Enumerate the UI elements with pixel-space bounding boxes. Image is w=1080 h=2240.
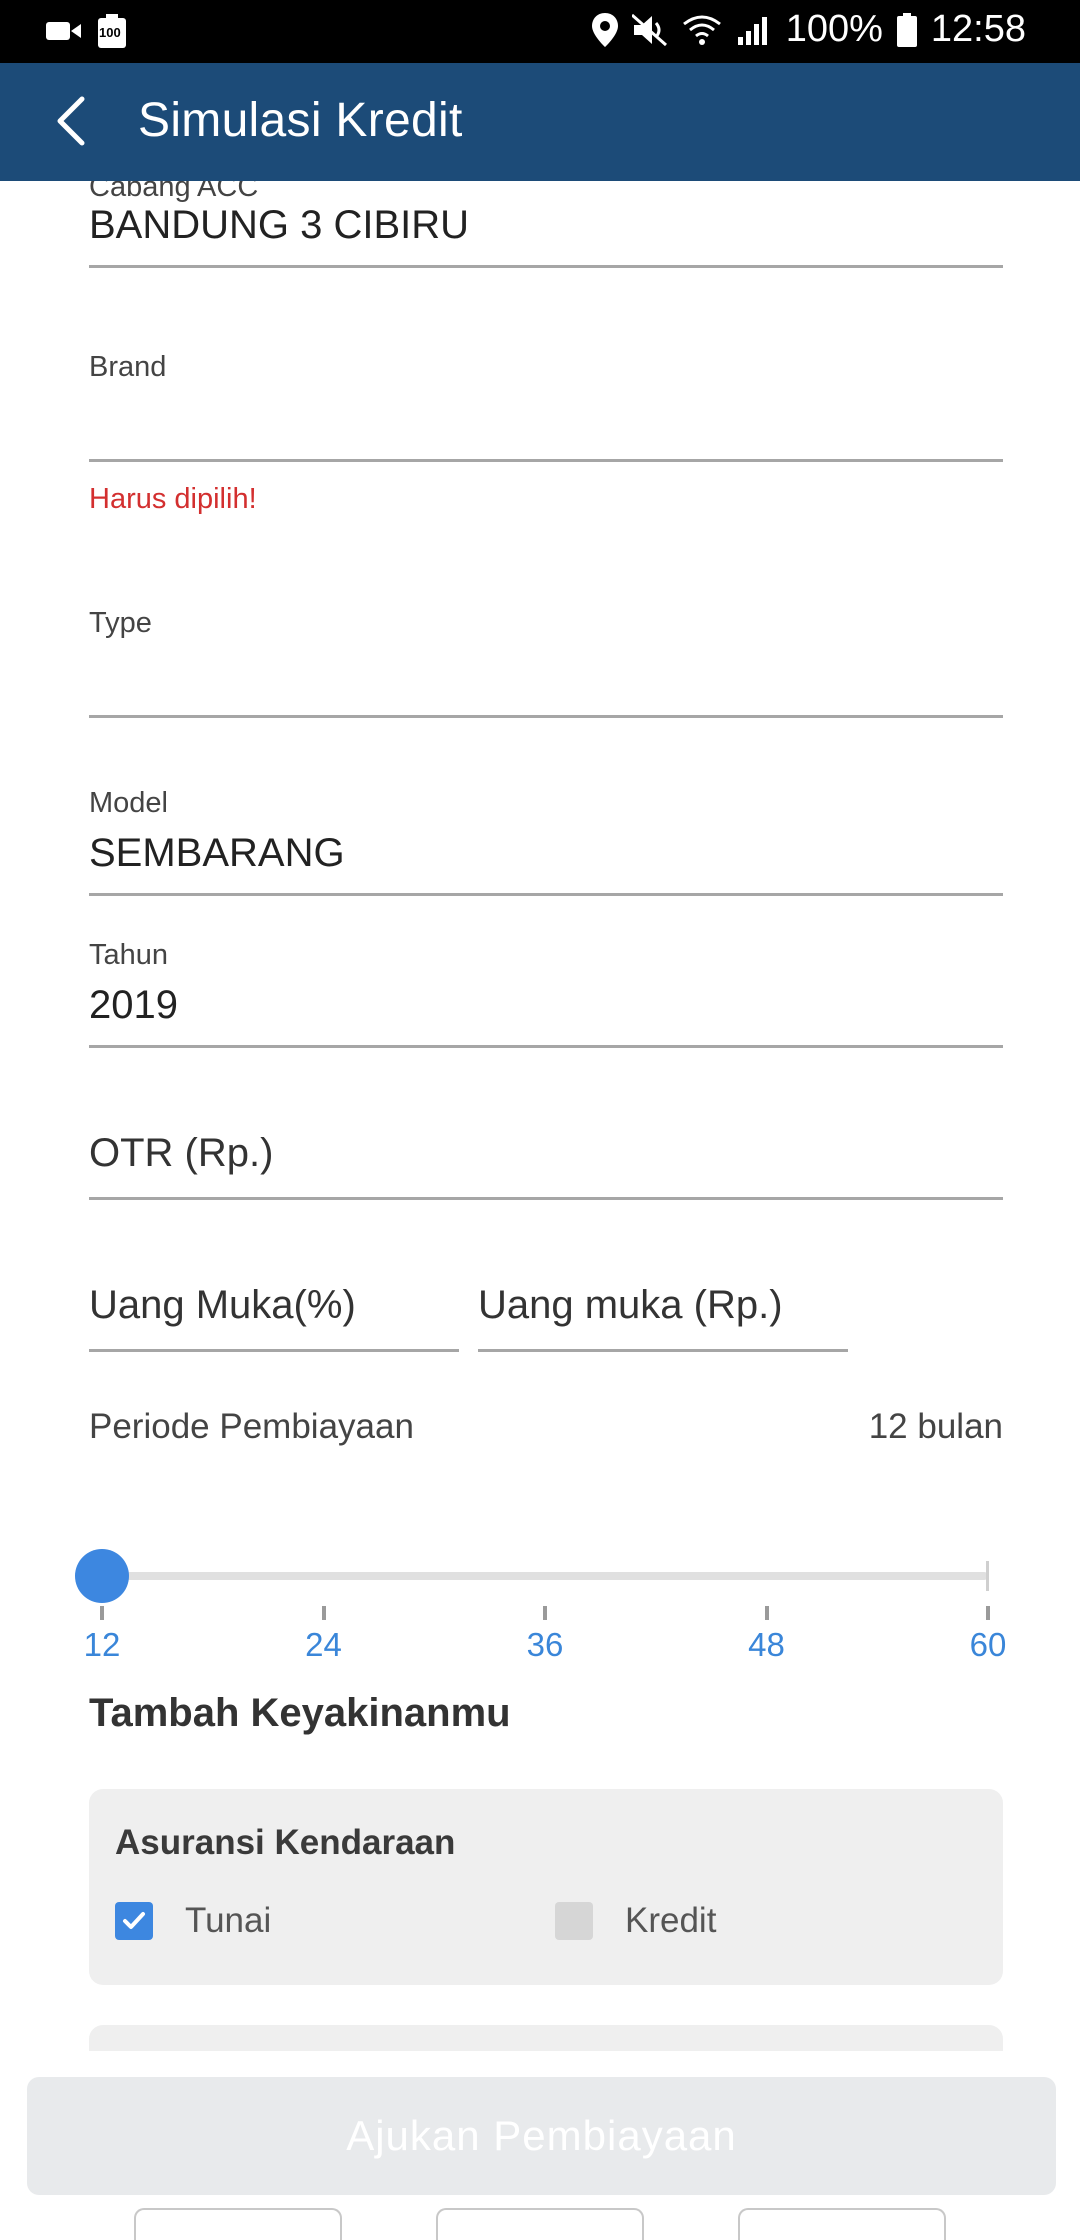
slider-tick: [986, 1606, 990, 1620]
slider-tick-label[interactable]: 60: [948, 1626, 1028, 1664]
model-field[interactable]: Model SEMBARANG: [89, 787, 1003, 896]
video-camera-icon: [46, 22, 81, 40]
asuransi-card-title: Asuransi Kendaraan: [115, 1823, 456, 1862]
mute-icon: [631, 13, 667, 46]
uang-muka-percent-input[interactable]: Uang Muka(%): [89, 1273, 459, 1352]
page-title: Simulasi Kredit: [138, 94, 463, 147]
otr-input[interactable]: OTR (Rp.): [89, 1121, 1003, 1200]
type-label: Type: [89, 607, 152, 639]
location-pin-icon: [591, 12, 618, 47]
periode-label: Periode Pembiayaan: [89, 1407, 414, 1446]
battery-icon: [896, 12, 917, 47]
uang-muka-rp-input[interactable]: Uang muka (Rp.): [478, 1273, 848, 1352]
status-time: 12:58: [930, 8, 1026, 50]
tahun-value: 2019: [89, 983, 178, 1027]
slider-tick-label[interactable]: 12: [62, 1626, 142, 1664]
tambah-keyakinan-title: Tambah Keyakinanmu: [89, 1691, 511, 1735]
tahun-field[interactable]: Tahun 2019: [89, 939, 1003, 1048]
tahun-label: Tahun: [89, 939, 169, 971]
tunai-label: Tunai: [185, 1901, 272, 1940]
notification-badge-text: 100: [99, 25, 121, 40]
signal-icon: [737, 16, 767, 45]
brand-field[interactable]: Brand: [89, 351, 1003, 462]
battery-percent: 100%: [785, 8, 883, 50]
option-kredit[interactable]: Kredit: [555, 1901, 716, 1941]
cabang-field[interactable]: Cabang ACC BANDUNG 3 CIBIRU: [89, 181, 1003, 268]
slider-end-marker: [986, 1561, 989, 1591]
slider-tick-label[interactable]: 48: [727, 1626, 807, 1664]
status-bar: 100 100% 12:58: [0, 0, 1080, 63]
kredit-label: Kredit: [625, 1901, 717, 1940]
slider-tick: [100, 1606, 104, 1620]
slider-thumb[interactable]: [75, 1549, 129, 1603]
uang-muka-percent-placeholder: Uang Muka(%): [89, 1283, 356, 1327]
slider-tick: [543, 1606, 547, 1620]
model-value: SEMBARANG: [89, 831, 345, 875]
notification-badge-icon: 100: [98, 14, 126, 48]
asuransi-kendaraan-card: Asuransi Kendaraan Tunai Kredit: [89, 1789, 1003, 1985]
type-field[interactable]: Type: [89, 607, 1003, 718]
uang-muka-rp-placeholder: Uang muka (Rp.): [478, 1283, 783, 1327]
slider-tick: [764, 1606, 769, 1620]
option-tunai[interactable]: Tunai: [115, 1901, 271, 1941]
periode-value: 12 bulan: [868, 1407, 1003, 1446]
brand-error-text: Harus dipilih!: [89, 483, 257, 515]
bottom-nav-tab-3[interactable]: [738, 2208, 946, 2240]
cabang-label: Cabang ACC: [89, 181, 259, 203]
slider-tick-label[interactable]: 24: [284, 1626, 364, 1664]
bottom-nav-tab-2[interactable]: [436, 2208, 644, 2240]
otr-placeholder: OTR (Rp.): [89, 1131, 274, 1175]
back-arrow-icon: [57, 96, 85, 146]
form-content: Cabang ACC BANDUNG 3 CIBIRU Brand Harus …: [0, 181, 1080, 2051]
bottom-nav-tab-1[interactable]: [134, 2208, 342, 2240]
ajukan-pembiayaan-button[interactable]: Ajukan Pembiayaan: [27, 2077, 1056, 2195]
brand-label: Brand: [89, 351, 167, 383]
slider-track[interactable]: [102, 1572, 988, 1580]
next-card-peek: [89, 2025, 1003, 2051]
checkmark-icon: [123, 1912, 145, 1929]
tunai-checkbox[interactable]: [115, 1902, 153, 1940]
status-left-icons: 100: [46, 14, 126, 48]
cabang-value: BANDUNG 3 CIBIRU: [89, 203, 470, 247]
kredit-checkbox[interactable]: [555, 1902, 593, 1940]
model-label: Model: [89, 787, 168, 819]
slider-tick: [321, 1606, 326, 1620]
status-right-icons: 100% 12:58: [591, 8, 1026, 51]
app-bar: Simulasi Kredit: [0, 63, 1080, 181]
back-button[interactable]: [44, 89, 108, 153]
wifi-icon: [682, 15, 721, 45]
slider-tick-label[interactable]: 36: [505, 1626, 585, 1664]
